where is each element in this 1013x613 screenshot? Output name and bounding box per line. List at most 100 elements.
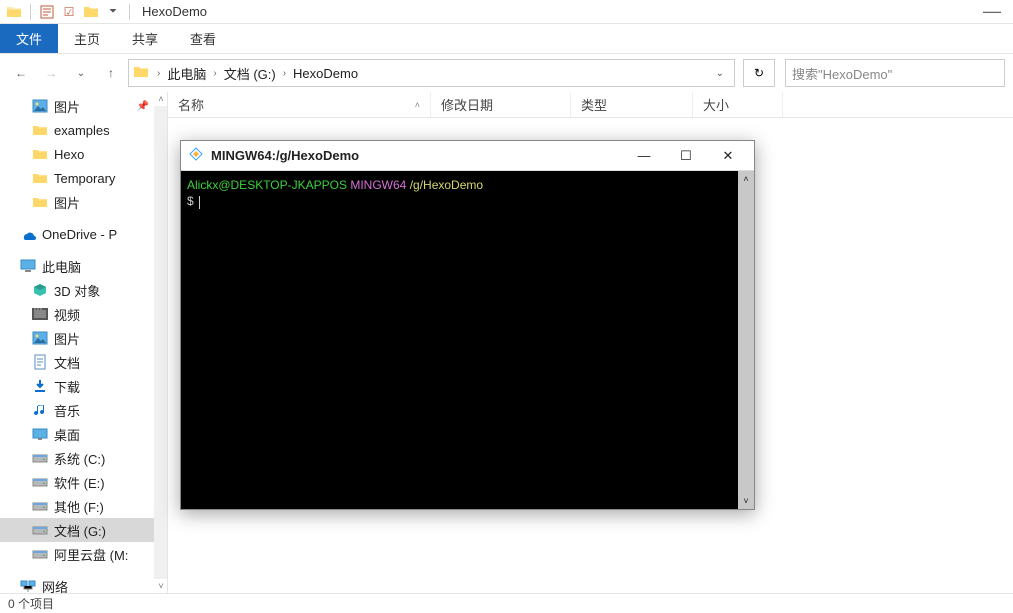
pc-icon bbox=[20, 259, 36, 273]
back-button[interactable]: ← bbox=[8, 60, 34, 86]
sidebar-item-label: examples bbox=[54, 123, 110, 138]
terminal-title: MINGW64:/g/HexoDemo bbox=[211, 148, 359, 163]
sidebar-item[interactable]: 系统 (C:) bbox=[0, 446, 167, 470]
picture-icon bbox=[32, 331, 48, 345]
drive-icon bbox=[32, 548, 48, 560]
scroll-down-icon[interactable]: ˅ bbox=[154, 579, 168, 593]
column-type[interactable]: 类型 bbox=[571, 92, 693, 117]
column-size[interactable]: 大小 bbox=[693, 92, 783, 117]
prompt-symbol: $ bbox=[187, 194, 194, 208]
checkbox-icon[interactable]: ☑ bbox=[59, 2, 79, 22]
sidebar-item[interactable]: 阿里云盘 (M: bbox=[0, 542, 167, 566]
breadcrumb-segment[interactable]: HexoDemo bbox=[288, 66, 363, 81]
sidebar-item[interactable]: 下载 bbox=[0, 374, 167, 398]
column-name[interactable]: 名称 ˄ bbox=[168, 92, 431, 117]
sidebar-item-label: 图片 bbox=[54, 97, 80, 116]
sidebar-item-label: 下载 bbox=[54, 377, 80, 396]
doc-icon bbox=[32, 354, 48, 370]
terminal-body[interactable]: Alickx@DESKTOP-JKAPPOS MINGW64 /g/HexoDe… bbox=[181, 171, 754, 509]
chevron-right-icon[interactable]: › bbox=[281, 68, 288, 79]
sidebar-item[interactable]: 图片 bbox=[0, 326, 167, 350]
sidebar-item-label: 3D 对象 bbox=[54, 281, 100, 300]
up-button[interactable]: ↑ bbox=[98, 60, 124, 86]
drive-icon bbox=[32, 476, 48, 488]
sidebar-item-label: 文档 bbox=[54, 353, 80, 372]
tab-share[interactable]: 共享 bbox=[116, 24, 174, 53]
music-icon bbox=[32, 403, 48, 417]
minimize-icon[interactable]: — bbox=[983, 1, 1009, 22]
breadcrumb-segment[interactable]: 此电脑 bbox=[162, 64, 211, 83]
scroll-up-icon[interactable]: ˄ bbox=[738, 171, 754, 187]
forward-button[interactable]: → bbox=[38, 60, 64, 86]
properties-icon[interactable] bbox=[37, 2, 57, 22]
sidebar-item[interactable]: 图片📌 bbox=[0, 94, 167, 118]
sidebar-item[interactable]: 其他 (F:) bbox=[0, 494, 167, 518]
sidebar-item[interactable]: Hexo bbox=[0, 142, 167, 166]
sidebar-item[interactable]: 文档 (G:) bbox=[0, 518, 167, 542]
sidebar-item[interactable]: 图片 bbox=[0, 190, 167, 214]
chevron-right-icon[interactable]: › bbox=[155, 68, 162, 79]
sidebar-item[interactable]: 音乐 bbox=[0, 398, 167, 422]
sidebar-item-label: 图片 bbox=[54, 193, 80, 212]
onedrive-icon bbox=[20, 228, 36, 240]
breadcrumb-segment[interactable]: 文档 (G:) bbox=[219, 64, 281, 83]
recent-dropdown[interactable]: ⌄ bbox=[68, 60, 94, 86]
sidebar-item-label: 视频 bbox=[54, 305, 80, 324]
terminal-titlebar[interactable]: MINGW64:/g/HexoDemo — ☐ ✕ bbox=[181, 141, 754, 171]
close-button[interactable]: ✕ bbox=[714, 148, 742, 164]
column-date[interactable]: 修改日期 bbox=[431, 92, 571, 117]
video-icon bbox=[32, 308, 48, 320]
dropdown-icon[interactable]: ⏷ bbox=[103, 2, 123, 22]
sidebar-item-label: 软件 (E:) bbox=[54, 473, 105, 492]
sidebar-item[interactable]: Temporary bbox=[0, 166, 167, 190]
sidebar-item-label: 其他 (F:) bbox=[54, 497, 104, 516]
folder-small-icon[interactable] bbox=[81, 2, 101, 22]
network-icon bbox=[20, 580, 36, 593]
sidebar-item[interactable]: 文档 bbox=[0, 350, 167, 374]
sidebar-item-label: 此电脑 bbox=[42, 257, 81, 276]
sidebar-item[interactable]: examples bbox=[0, 118, 167, 142]
tab-home[interactable]: 主页 bbox=[58, 24, 116, 53]
ribbon-tabs: 文件 主页 共享 查看 bbox=[0, 24, 1013, 54]
sort-indicator-icon: ˄ bbox=[415, 100, 420, 110]
prompt-user: Alickx@DESKTOP-JKAPPOS bbox=[187, 178, 347, 192]
chevron-down-icon[interactable]: ⌄ bbox=[716, 68, 724, 79]
column-headers: 名称 ˄ 修改日期 类型 大小 bbox=[168, 92, 1013, 118]
sidebar-item[interactable]: 3D 对象 bbox=[0, 278, 167, 302]
navigation-pane: ˄ ˅ 图片📌 examples Hexo Temporary 图片 OneDrive -… bbox=[0, 92, 168, 593]
drive-icon bbox=[32, 500, 48, 512]
address-bar[interactable]: › 此电脑 › 文档 (G:) › HexoDemo ⌄ bbox=[128, 59, 735, 87]
sidebar-item[interactable]: 视频 bbox=[0, 302, 167, 326]
minimize-button[interactable]: — bbox=[630, 148, 658, 164]
3d-icon bbox=[32, 283, 48, 297]
search-input[interactable]: 搜索"HexoDemo" bbox=[785, 59, 1005, 87]
sidebar-item[interactable]: 网络 bbox=[0, 574, 167, 593]
search-placeholder: 搜索"HexoDemo" bbox=[792, 64, 892, 83]
folder-icon bbox=[32, 194, 48, 210]
scroll-down-icon[interactable]: ˅ bbox=[738, 493, 754, 509]
scroll-up-icon[interactable]: ˄ bbox=[154, 92, 168, 106]
window-titlebar: ☑ ⏷ HexoDemo — bbox=[0, 0, 1013, 24]
drive-icon bbox=[32, 524, 48, 536]
sidebar-item-label: 阿里云盘 (M: bbox=[54, 545, 128, 564]
sidebar-scrollbar[interactable]: ˄ ˅ bbox=[154, 92, 168, 593]
sidebar-item-label: 网络 bbox=[42, 577, 68, 594]
sidebar-item-label: 音乐 bbox=[54, 401, 80, 420]
sidebar-item[interactable]: 桌面 bbox=[0, 422, 167, 446]
refresh-button[interactable]: ↻ bbox=[743, 59, 775, 87]
sidebar-item-label: 桌面 bbox=[54, 425, 80, 444]
chevron-right-icon[interactable]: › bbox=[211, 68, 218, 79]
maximize-button[interactable]: ☐ bbox=[672, 148, 700, 164]
drive-icon bbox=[32, 452, 48, 464]
scroll-thumb[interactable] bbox=[738, 187, 754, 493]
tab-view[interactable]: 查看 bbox=[174, 24, 232, 53]
folder-icon bbox=[133, 64, 149, 83]
sidebar-item[interactable]: 此电脑 bbox=[0, 254, 167, 278]
terminal-scrollbar[interactable]: ˄ ˅ bbox=[738, 171, 754, 509]
tab-file[interactable]: 文件 bbox=[0, 24, 58, 53]
sidebar-item-label: Temporary bbox=[54, 171, 115, 186]
sidebar-item[interactable]: OneDrive - P bbox=[0, 222, 167, 246]
cursor bbox=[199, 196, 200, 209]
scroll-track[interactable] bbox=[154, 106, 168, 579]
sidebar-item[interactable]: 软件 (E:) bbox=[0, 470, 167, 494]
